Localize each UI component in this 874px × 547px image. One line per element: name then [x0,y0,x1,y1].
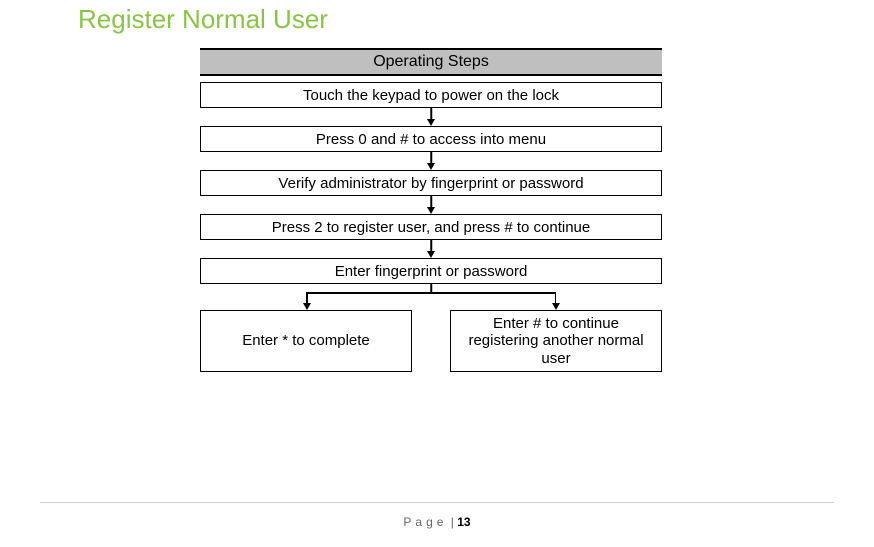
step-4: Press 2 to register user, and press # to… [200,214,662,240]
page-number: 13 [457,515,470,529]
arrow-down-icon [200,240,662,258]
step-2: Press 0 and # to access into menu [200,126,662,152]
arrow-down-icon [200,196,662,214]
page-separator: | [447,515,457,529]
page-footer: Page | 13 [0,515,874,529]
arrow-down-icon [200,108,662,126]
step-1: Touch the keypad to power on the lock [200,82,662,108]
step-5: Enter fingerprint or password [200,258,662,284]
final-step-left: Enter * to complete [200,310,412,372]
page-label: Page [403,515,447,529]
split-arrow-icon [200,284,662,310]
footer-rule [40,502,834,503]
operating-steps-diagram: Operating Steps Touch the keypad to powe… [200,48,662,372]
page-title: Register Normal User [78,4,328,35]
arrow-down-icon [200,152,662,170]
step-3: Verify administrator by fingerprint or p… [200,170,662,196]
final-step-row: Enter * to complete Enter # to continue … [200,310,662,372]
final-step-right: Enter # to continue registering another … [450,310,662,372]
diagram-header: Operating Steps [200,48,662,76]
